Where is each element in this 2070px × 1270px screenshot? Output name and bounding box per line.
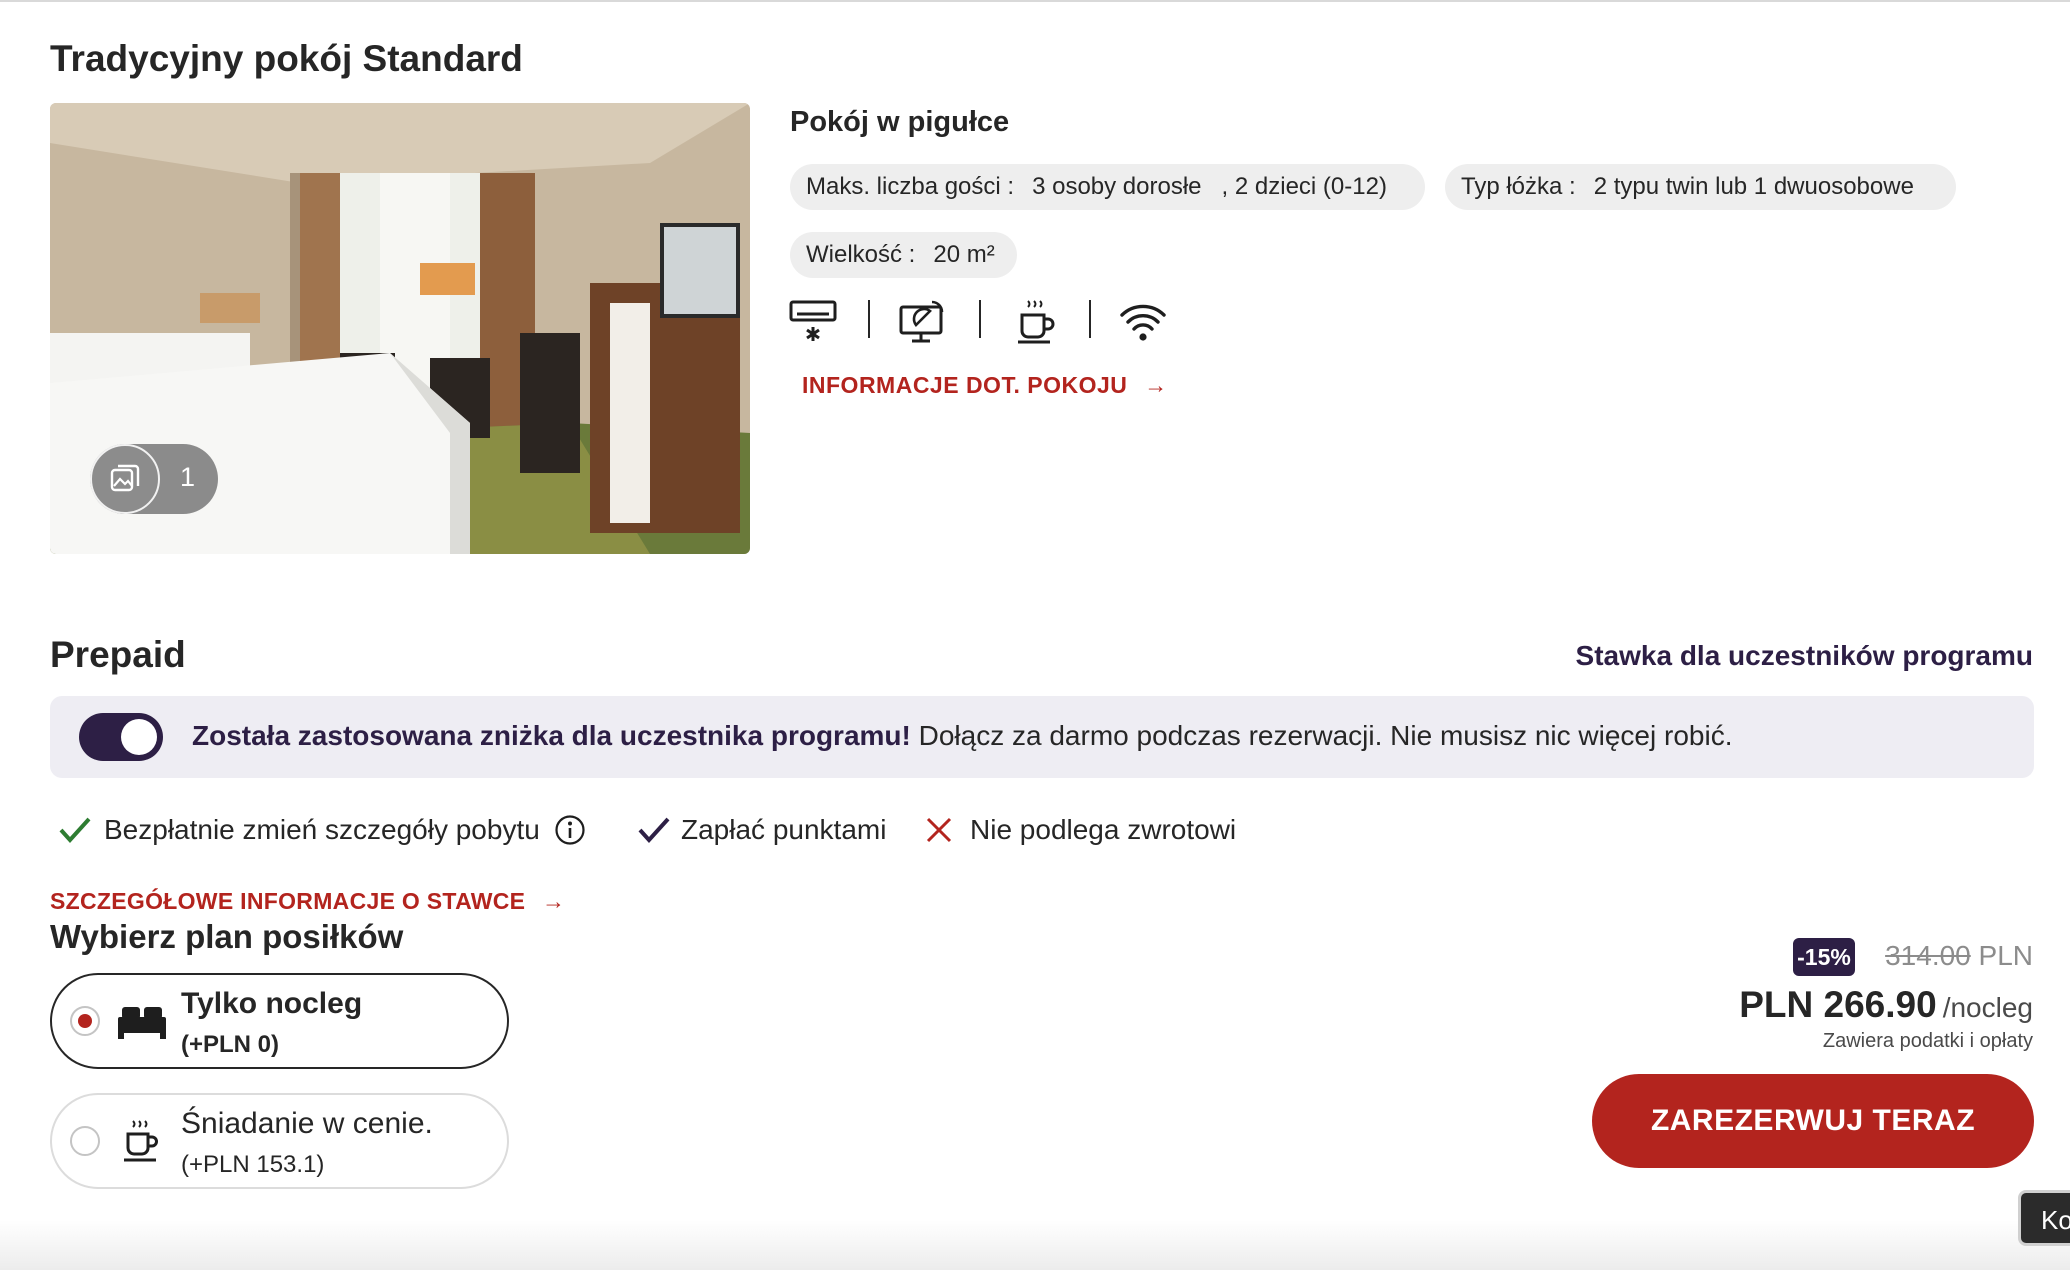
member-discount-toggle[interactable]	[79, 713, 163, 761]
member-discount-detail: Dołącz za darmo podczas rezerwacji. Nie …	[910, 720, 1733, 751]
meal-option-name: Śniadanie w cenie.	[181, 1107, 433, 1140]
amenity-divider	[868, 300, 870, 338]
arrow-right-icon: →	[541, 888, 566, 914]
guests-adults: 3 osoby dorosłe	[1032, 173, 1202, 200]
meal-option-breakfast[interactable]: Śniadanie w cenie. (+PLN 153.1)	[50, 1093, 509, 1189]
amenity-divider	[1089, 300, 1091, 338]
arrow-right-icon: →	[1144, 372, 1168, 398]
benefit-label: Zapłać punktami	[681, 814, 887, 845]
guests-children: , 2 dzieci (0-12)	[1221, 173, 1387, 200]
coffee-icon	[1010, 295, 1060, 347]
coffee-cup-icon	[112, 1115, 172, 1167]
check-icon	[59, 817, 91, 843]
old-price: 314.00 PLN	[1885, 940, 2033, 972]
toggle-knob	[121, 719, 157, 755]
size-value: 20 m²	[933, 241, 995, 268]
meal-plan-title: Wybierz plan posiłków	[50, 918, 404, 955]
wifi-icon	[1118, 295, 1168, 347]
member-rate-label: Stawka dla uczestników programu	[1575, 640, 2033, 671]
bed-icon	[112, 995, 172, 1047]
room-photo[interactable]: 1	[50, 103, 750, 554]
bed-value: 2 typu twin lub 1 dwuosobowe	[1593, 173, 1914, 200]
room-info-link-label: INFORMACJE DOT. POKOJU	[802, 372, 1128, 398]
current-price: PLN 266.90/nocleg	[1739, 984, 2033, 1026]
chat-tab[interactable]: Ko	[2018, 1190, 2070, 1246]
meal-option-price: (+PLN 0)	[181, 1031, 280, 1058]
amenity-divider	[979, 300, 981, 338]
member-discount-text: Została zastosowana zniżka dla uczestnik…	[192, 720, 1732, 752]
guests-label: Maks. liczba gości :	[806, 173, 1015, 200]
gallery-icon	[90, 444, 160, 514]
meal-radio[interactable]	[70, 1126, 100, 1156]
rate-title: Prepaid	[50, 634, 186, 675]
satellite-tv-icon	[898, 295, 948, 347]
top-border	[0, 0, 2070, 2]
benefit-non-refundable: Nie podlega zwrotowi	[924, 810, 1236, 850]
price-unit: /nocleg	[1942, 992, 2033, 1023]
benefit-label: Nie podlega zwrotowi	[970, 814, 1237, 845]
benefit-free-change: Bezpłatnie zmień szczegóły pobytu	[58, 810, 586, 850]
meal-option-name: Tylko nocleg	[181, 987, 363, 1020]
rate-details-link-label: SZCZEGÓŁOWE INFORMACJE O STAWCE	[50, 888, 526, 914]
info-icon[interactable]	[554, 814, 586, 846]
room-title: Tradycyjny pokój Standard	[50, 38, 523, 79]
discount-badge: -15%	[1793, 938, 1855, 976]
guests-chip: Maks. liczba gości : 3 osoby dorosłe , 2…	[790, 164, 1425, 210]
photo-count: 1	[180, 462, 196, 492]
nutshell-title: Pokój w pigułce	[790, 106, 1010, 138]
book-now-button[interactable]: ZAREZERWUJ TERAZ	[1592, 1074, 2034, 1168]
meal-option-price: (+PLN 153.1)	[181, 1151, 325, 1178]
benefit-pay-points: Zapłać punktami	[637, 810, 886, 850]
bed-type-chip: Typ łóżka : 2 typu twin lub 1 dwuosobowe	[1445, 164, 1956, 210]
old-price-currency: PLN	[1978, 940, 2033, 971]
check-icon	[638, 817, 670, 843]
current-price-amount: PLN 266.90	[1739, 984, 1937, 1025]
benefit-label: Bezpłatnie zmień szczegóły pobytu	[104, 814, 540, 845]
size-label: Wielkość :	[806, 241, 916, 268]
member-discount-bold: Została zastosowana zniżka dla uczestnik…	[192, 720, 911, 751]
cross-icon	[926, 817, 952, 843]
tax-note: Zawiera podatki i opłaty	[1822, 1030, 2033, 1052]
rate-details-link[interactable]: SZCZEGÓŁOWE INFORMACJE O STAWCE →	[50, 888, 565, 915]
size-chip: Wielkość : 20 m²	[790, 232, 1017, 278]
old-price-amount: 314.00	[1885, 940, 1971, 971]
bed-label: Typ łóżka :	[1461, 173, 1576, 200]
meal-radio-selected[interactable]	[70, 1006, 100, 1036]
meal-option-room-only[interactable]: Tylko nocleg (+PLN 0)	[50, 973, 509, 1069]
air-conditioner-icon	[788, 295, 838, 347]
room-info-link[interactable]: INFORMACJE DOT. POKOJU →	[802, 372, 1168, 399]
gallery-button[interactable]: 1	[90, 444, 218, 514]
bottom-edge	[0, 1220, 2070, 1270]
member-discount-banner: Została zastosowana zniżka dla uczestnik…	[50, 696, 2034, 778]
